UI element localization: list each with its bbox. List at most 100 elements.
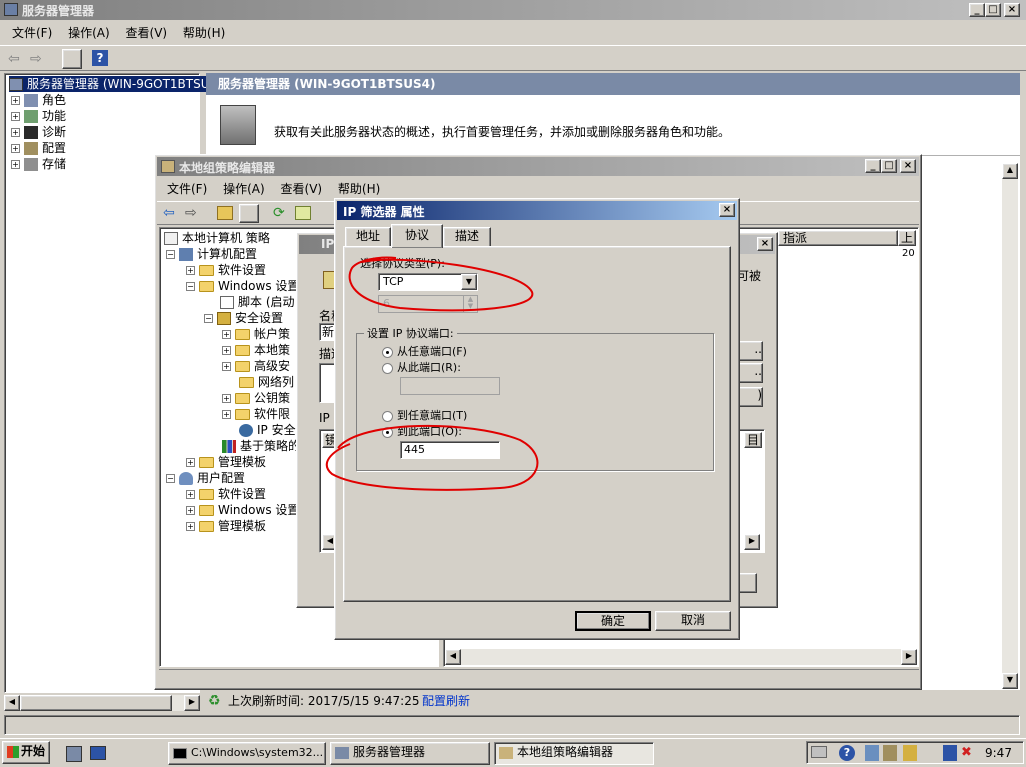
taskbar-item-server-manager[interactable]: 服务器管理器 — [330, 742, 490, 765]
tree-user-config[interactable]: − 用户配置 — [166, 470, 245, 486]
configure-refresh-link[interactable]: 配置刷新 — [422, 691, 470, 711]
tab-description[interactable]: 描述 — [443, 227, 491, 247]
tab-address[interactable]: 地址 — [345, 227, 391, 247]
tree-user-software[interactable]: + 软件设置 — [186, 486, 266, 502]
main-titlebar[interactable]: 服务器管理器 _ □ × — [0, 0, 1026, 20]
filter-list-close-button[interactable]: × — [757, 237, 773, 251]
tab-protocol[interactable]: 协议 — [391, 224, 443, 248]
menu-view[interactable]: 查看(V) — [126, 26, 168, 40]
remove-button-partial[interactable]: ) — [737, 387, 763, 407]
tree-root[interactable]: 服务器管理器 (WIN-9GOT1BTSUS — [9, 76, 220, 92]
close-button[interactable]: × — [1004, 3, 1020, 17]
back-arrow-icon[interactable]: ⇦ — [8, 51, 20, 67]
scroll-right-button[interactable]: ▶ — [901, 649, 917, 665]
gpedit-minimize-button[interactable]: _ — [865, 159, 881, 173]
keyboard-icon[interactable] — [811, 746, 827, 758]
to-this-port-radio[interactable]: 到此端口(O): — [382, 423, 462, 439]
expand-icon[interactable]: + — [11, 96, 20, 105]
collapse-icon[interactable]: − — [166, 250, 175, 259]
expand-icon[interactable]: + — [222, 362, 231, 371]
taskbar-item-cmd[interactable]: C:\Windows\system32... — [168, 742, 326, 765]
gpedit-close-button[interactable]: × — [900, 159, 916, 173]
tree-network-list[interactable]: 网络列 — [239, 374, 294, 390]
tree-security-settings[interactable]: − 安全设置 — [204, 310, 283, 326]
menu-help[interactable]: 帮助(H) — [183, 26, 225, 40]
help-tray-icon[interactable]: ? — [839, 745, 855, 761]
tree-item-roles[interactable]: + 角色 — [11, 92, 66, 108]
clock[interactable]: 9:47 — [985, 745, 1012, 761]
gpedit-maximize-button[interactable]: □ — [881, 159, 897, 173]
expand-icon[interactable]: + — [186, 490, 195, 499]
gpedit-titlebar[interactable]: 本地组策略编辑器 _ □ × — [157, 157, 919, 176]
gpedit-menu-view[interactable]: 查看(V) — [281, 182, 323, 196]
main-right-vscroll[interactable]: ▲ ▼ — [1002, 163, 1018, 689]
restore-button[interactable]: □ — [985, 3, 1001, 17]
refresh-icon[interactable]: ♻ — [208, 691, 221, 711]
expand-icon[interactable]: + — [186, 458, 195, 467]
ip-filter-close-button[interactable]: × — [719, 203, 735, 217]
tree-ip-security[interactable]: IP 安全 — [239, 422, 296, 438]
network-tray-icon[interactable] — [865, 745, 879, 761]
scroll-right-button[interactable]: ▶ — [184, 695, 200, 711]
scroll-left-button[interactable]: ◀ — [4, 695, 20, 711]
gpedit-back-icon[interactable]: ⇦ — [163, 205, 175, 221]
tree-scripts[interactable]: 脚本 (启动 — [220, 294, 295, 310]
tree-local-policy[interactable]: 本地计算机 策略 — [164, 230, 270, 246]
tree-windows-settings[interactable]: − Windows 设置 — [186, 278, 299, 294]
to-port-input[interactable]: 445 — [400, 441, 500, 459]
display-tray-icon[interactable] — [943, 745, 957, 761]
scroll-left-button[interactable]: ◀ — [445, 649, 461, 665]
expand-icon[interactable]: + — [11, 160, 20, 169]
add-button-partial[interactable]: .. — [737, 341, 763, 361]
up-folder-icon[interactable] — [217, 206, 233, 220]
expand-icon[interactable]: + — [186, 266, 195, 275]
to-any-port-radio[interactable]: 到任意端口(T) — [382, 407, 467, 423]
from-this-port-radio[interactable]: 从此端口(R): — [382, 359, 461, 375]
gpedit-menu-file[interactable]: 文件(F) — [167, 182, 207, 196]
server-tray-icon[interactable] — [883, 745, 897, 761]
scroll-right-button[interactable]: ▶ — [744, 534, 760, 550]
start-button[interactable]: 开始 — [2, 741, 50, 764]
expand-icon[interactable]: + — [222, 394, 231, 403]
menu-action[interactable]: 操作(A) — [68, 26, 110, 40]
taskbar-item-gpedit[interactable]: 本地组策略编辑器 — [494, 742, 654, 765]
forward-arrow-icon[interactable]: ⇨ — [30, 51, 42, 67]
tree-account-policies[interactable]: + 帐户策 — [222, 326, 290, 342]
collapse-icon[interactable]: − — [166, 474, 175, 483]
tree-software-restriction[interactable]: + 软件限 — [222, 406, 290, 422]
expand-icon[interactable]: + — [186, 506, 195, 515]
expand-icon[interactable]: + — [11, 144, 20, 153]
tree-software-settings[interactable]: + 软件设置 — [186, 262, 266, 278]
expand-icon[interactable]: + — [11, 128, 20, 137]
tree-advanced-security[interactable]: + 高级安 — [222, 358, 290, 374]
tree-item-diagnostics[interactable]: + 诊断 — [11, 124, 66, 140]
help-icon[interactable]: ? — [92, 50, 108, 66]
tree-user-admin-templates[interactable]: + 管理模板 — [186, 518, 266, 534]
gpedit-list-hscroll[interactable]: ◀ ▶ — [445, 649, 917, 665]
quicklaunch-desktop-icon[interactable] — [90, 746, 106, 760]
edit-button-partial[interactable]: .. — [737, 363, 763, 383]
expand-icon[interactable]: + — [186, 522, 195, 531]
minimize-button[interactable]: _ — [969, 3, 985, 17]
tree-admin-templates[interactable]: + 管理模板 — [186, 454, 266, 470]
scroll-down-button[interactable]: ▼ — [1002, 673, 1018, 689]
tree-public-key[interactable]: + 公钥策 — [222, 390, 290, 406]
chevron-down-icon[interactable]: ▼ — [461, 274, 477, 290]
collapse-icon[interactable]: − — [204, 314, 213, 323]
gpedit-menu-help[interactable]: 帮助(H) — [338, 182, 380, 196]
ok-button[interactable]: 确定 — [575, 611, 651, 631]
gpedit-menu-action[interactable]: 操作(A) — [223, 182, 265, 196]
collapse-icon[interactable]: − — [186, 282, 195, 291]
expand-icon[interactable]: + — [222, 410, 231, 419]
tree-item-storage[interactable]: + 存储 — [11, 156, 66, 172]
column-header-dest[interactable]: 目 — [744, 432, 762, 448]
expand-icon[interactable]: + — [222, 330, 231, 339]
security-tray-icon[interactable] — [903, 745, 917, 761]
main-tree-hscroll[interactable]: ◀ ▶ — [4, 695, 200, 711]
show-tree-icon[interactable] — [239, 204, 259, 223]
scroll-thumb[interactable] — [20, 695, 172, 711]
export-list-icon[interactable] — [295, 206, 311, 220]
volume-muted-icon[interactable]: ✖ — [961, 745, 975, 761]
expand-icon[interactable]: + — [11, 112, 20, 121]
tree-local-policies[interactable]: + 本地策 — [222, 342, 290, 358]
